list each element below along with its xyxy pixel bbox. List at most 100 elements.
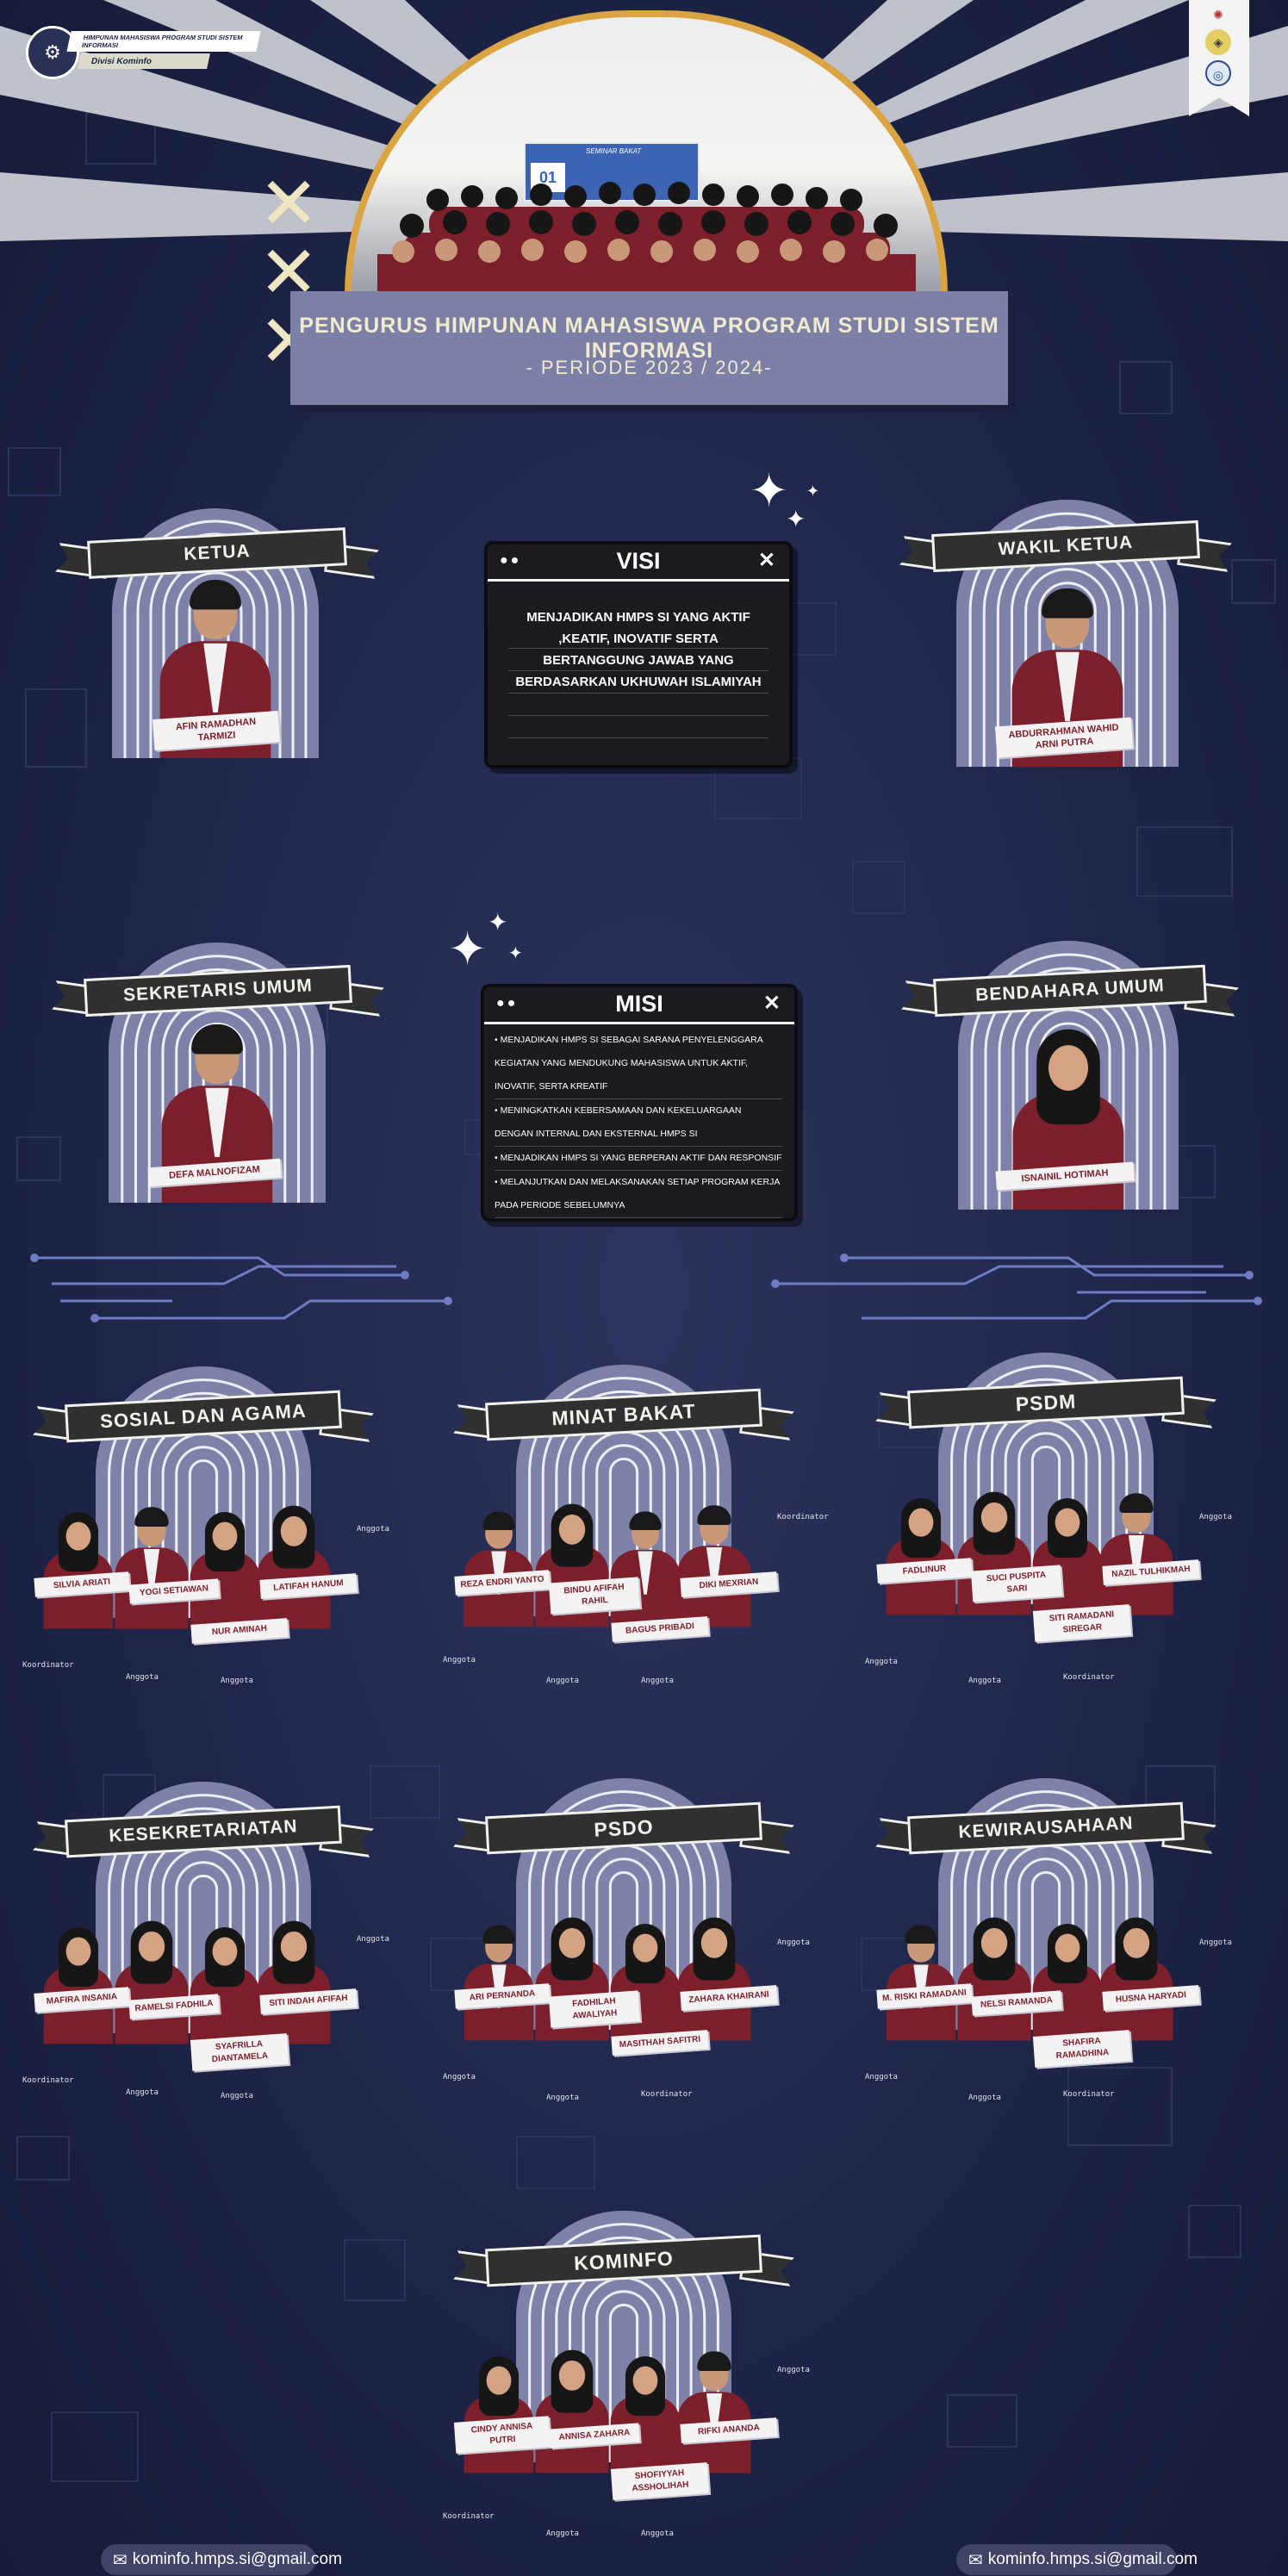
member-name-tag: CINDY ANNISA PUTRI — [453, 2416, 551, 2454]
member-photo-female — [955, 1913, 1033, 2041]
hair — [697, 2351, 731, 2371]
face — [1048, 1045, 1088, 1091]
university-emblem-icon: ✺ — [1205, 2, 1231, 28]
envelope-icon: ✉ — [113, 2550, 128, 2570]
face — [212, 1521, 238, 1551]
member-role-label: Anggota — [357, 1525, 389, 1534]
member-photo-male — [675, 1499, 753, 1627]
face — [486, 2366, 512, 2395]
member-photo-female — [675, 1913, 753, 2041]
member-photo-male — [884, 1919, 958, 2041]
hair — [1042, 588, 1093, 619]
member-role-label: Anggota — [221, 2092, 253, 2100]
hair — [905, 1925, 937, 1944]
misi-list: • MENJADIKAN HMPS SI SEBAGAI SARANA PENY… — [495, 1029, 782, 1218]
face — [1055, 1933, 1080, 1963]
email-contact-right[interactable]: ✉ kominfo.hmps.si@gmail.com — [956, 2544, 1198, 2575]
member-role-label: Koordinator — [443, 2512, 495, 2521]
member-role-label: Anggota — [443, 2073, 476, 2081]
face — [65, 1937, 91, 1966]
hair — [190, 580, 241, 610]
member-photo-male — [112, 1501, 190, 1629]
member-name-tag: BINDU AFIFAH RAHIL — [548, 1577, 641, 1615]
email-text: kominfo.hmps.si@gmail.com — [132, 2550, 342, 2568]
hair — [134, 1507, 169, 1527]
envelope-icon: ✉ — [968, 2550, 983, 2570]
face — [138, 1931, 165, 1962]
member-photo-male — [1097, 1487, 1175, 1615]
member-role-label: Anggota — [968, 2094, 1001, 2102]
hair — [1119, 1493, 1154, 1513]
sparkle-icon: ✦ — [786, 505, 806, 533]
hair — [482, 1511, 515, 1530]
period-label: - PERIODE 2023 / 2024- — [526, 357, 773, 378]
member-role-label: Anggota — [443, 1656, 476, 1664]
member-photo-male — [462, 1505, 536, 1627]
faculty-emblem-icon: ◈ — [1205, 29, 1231, 55]
member-role-label: Anggota — [1199, 1938, 1232, 1947]
visi-window: ●● VISI ✕ MENJADIKAN HMPS SI YANG AKTIF … — [484, 541, 793, 768]
member-photo-female — [254, 1501, 333, 1629]
face — [908, 1508, 934, 1537]
member-role-label: Anggota — [126, 1673, 159, 1682]
email-text: kominfo.hmps.si@gmail.com — [987, 2550, 1198, 2568]
member-photo-female — [532, 2345, 611, 2473]
misi-title: MISI — [615, 991, 663, 1017]
sparkle-icon: ✦ — [806, 482, 820, 501]
title-box: PENGURUS HIMPUNAN MAHASISWA PROGRAM STUD… — [290, 291, 1008, 405]
member-role-label: Anggota — [641, 1677, 674, 1685]
hair — [697, 1505, 731, 1525]
face — [558, 2360, 586, 2391]
face — [632, 1933, 658, 1963]
email-contact-left[interactable]: ✉ kominfo.hmps.si@gmail.com — [101, 2544, 342, 2575]
hair — [482, 1925, 515, 1944]
face — [980, 1502, 1008, 1533]
sparkle-icon: ✦ — [508, 943, 523, 963]
member-photo-female — [188, 1507, 262, 1629]
member-role-label: Anggota — [641, 2529, 674, 2538]
face — [212, 1937, 238, 1966]
visi-title: VISI — [616, 548, 661, 574]
member-role-label: Anggota — [546, 1677, 579, 1685]
hmps-emblem-icon: ◎ — [1205, 60, 1231, 86]
x-mark-icon: ✕ — [258, 161, 320, 246]
member-photo-female — [1030, 1919, 1104, 2041]
visi-text: MENJADIKAN HMPS SI YANG AKTIF ,KEATIF, I… — [515, 610, 762, 689]
division-label: Divisi Kominfo — [78, 53, 210, 69]
misi-item: • MENJADIKAN HMPS SI SEBAGAI SARANA PENY… — [495, 1029, 782, 1099]
member-photo-female — [188, 1922, 262, 2044]
member-role-label: Anggota — [546, 2529, 579, 2538]
member-photo-male — [675, 2345, 753, 2473]
hair — [629, 1511, 662, 1530]
misi-item: • MENJADIKAN HMPS SI YANG BERPERAN AKTIF… — [495, 1147, 782, 1171]
member-name-tag: FADHILAH AWALIYAH — [548, 1990, 641, 2028]
member-photo-female — [41, 1922, 115, 2044]
face — [558, 1927, 586, 1958]
member-role-label: Koordinator — [1063, 2090, 1115, 2099]
member-role-label: Koordinator — [777, 1513, 829, 1521]
face — [558, 1514, 586, 1545]
member-role-label: Anggota — [221, 1677, 253, 1685]
member-role-label: Anggota — [1199, 1513, 1232, 1521]
member-role-label: Anggota — [968, 1677, 1001, 1685]
misi-window: ●● MISI ✕ • MENJADIKAN HMPS SI SEBAGAI S… — [481, 984, 798, 1222]
member-role-label: Anggota — [126, 2088, 159, 2097]
member-role-label: Koordinator — [1063, 1673, 1115, 1682]
sparkle-icon: ✦ — [488, 908, 508, 936]
org-title: HIMPUNAN MAHASISWA PROGRAM STUDI SISTEM … — [66, 31, 261, 52]
member-photo-female — [112, 1916, 190, 2044]
member-role-label: Anggota — [865, 1658, 898, 1666]
member-name-tag: SUCI PUSPITA SARI — [970, 1565, 1063, 1602]
members-crowd — [377, 182, 916, 295]
misi-item: • MENINGKATKAN KEBERSAMAAN DAN KEKELUARG… — [495, 1099, 782, 1147]
member-role-label: Anggota — [777, 2366, 810, 2374]
member-role-label: Anggota — [777, 1938, 810, 1947]
hair — [191, 1024, 243, 1055]
misi-item: • MELANJUTKAN DAN MELAKSANAKAN SETIAP PR… — [495, 1171, 782, 1218]
member-photo-female — [1097, 1913, 1175, 2041]
sparkle-icon: ✦ — [750, 464, 789, 518]
member-role-label: Koordinator — [22, 1661, 74, 1670]
member-role-label: Anggota — [546, 2094, 579, 2102]
member-role-label: Koordinator — [22, 2076, 74, 2085]
member-photo-female — [608, 2351, 682, 2473]
